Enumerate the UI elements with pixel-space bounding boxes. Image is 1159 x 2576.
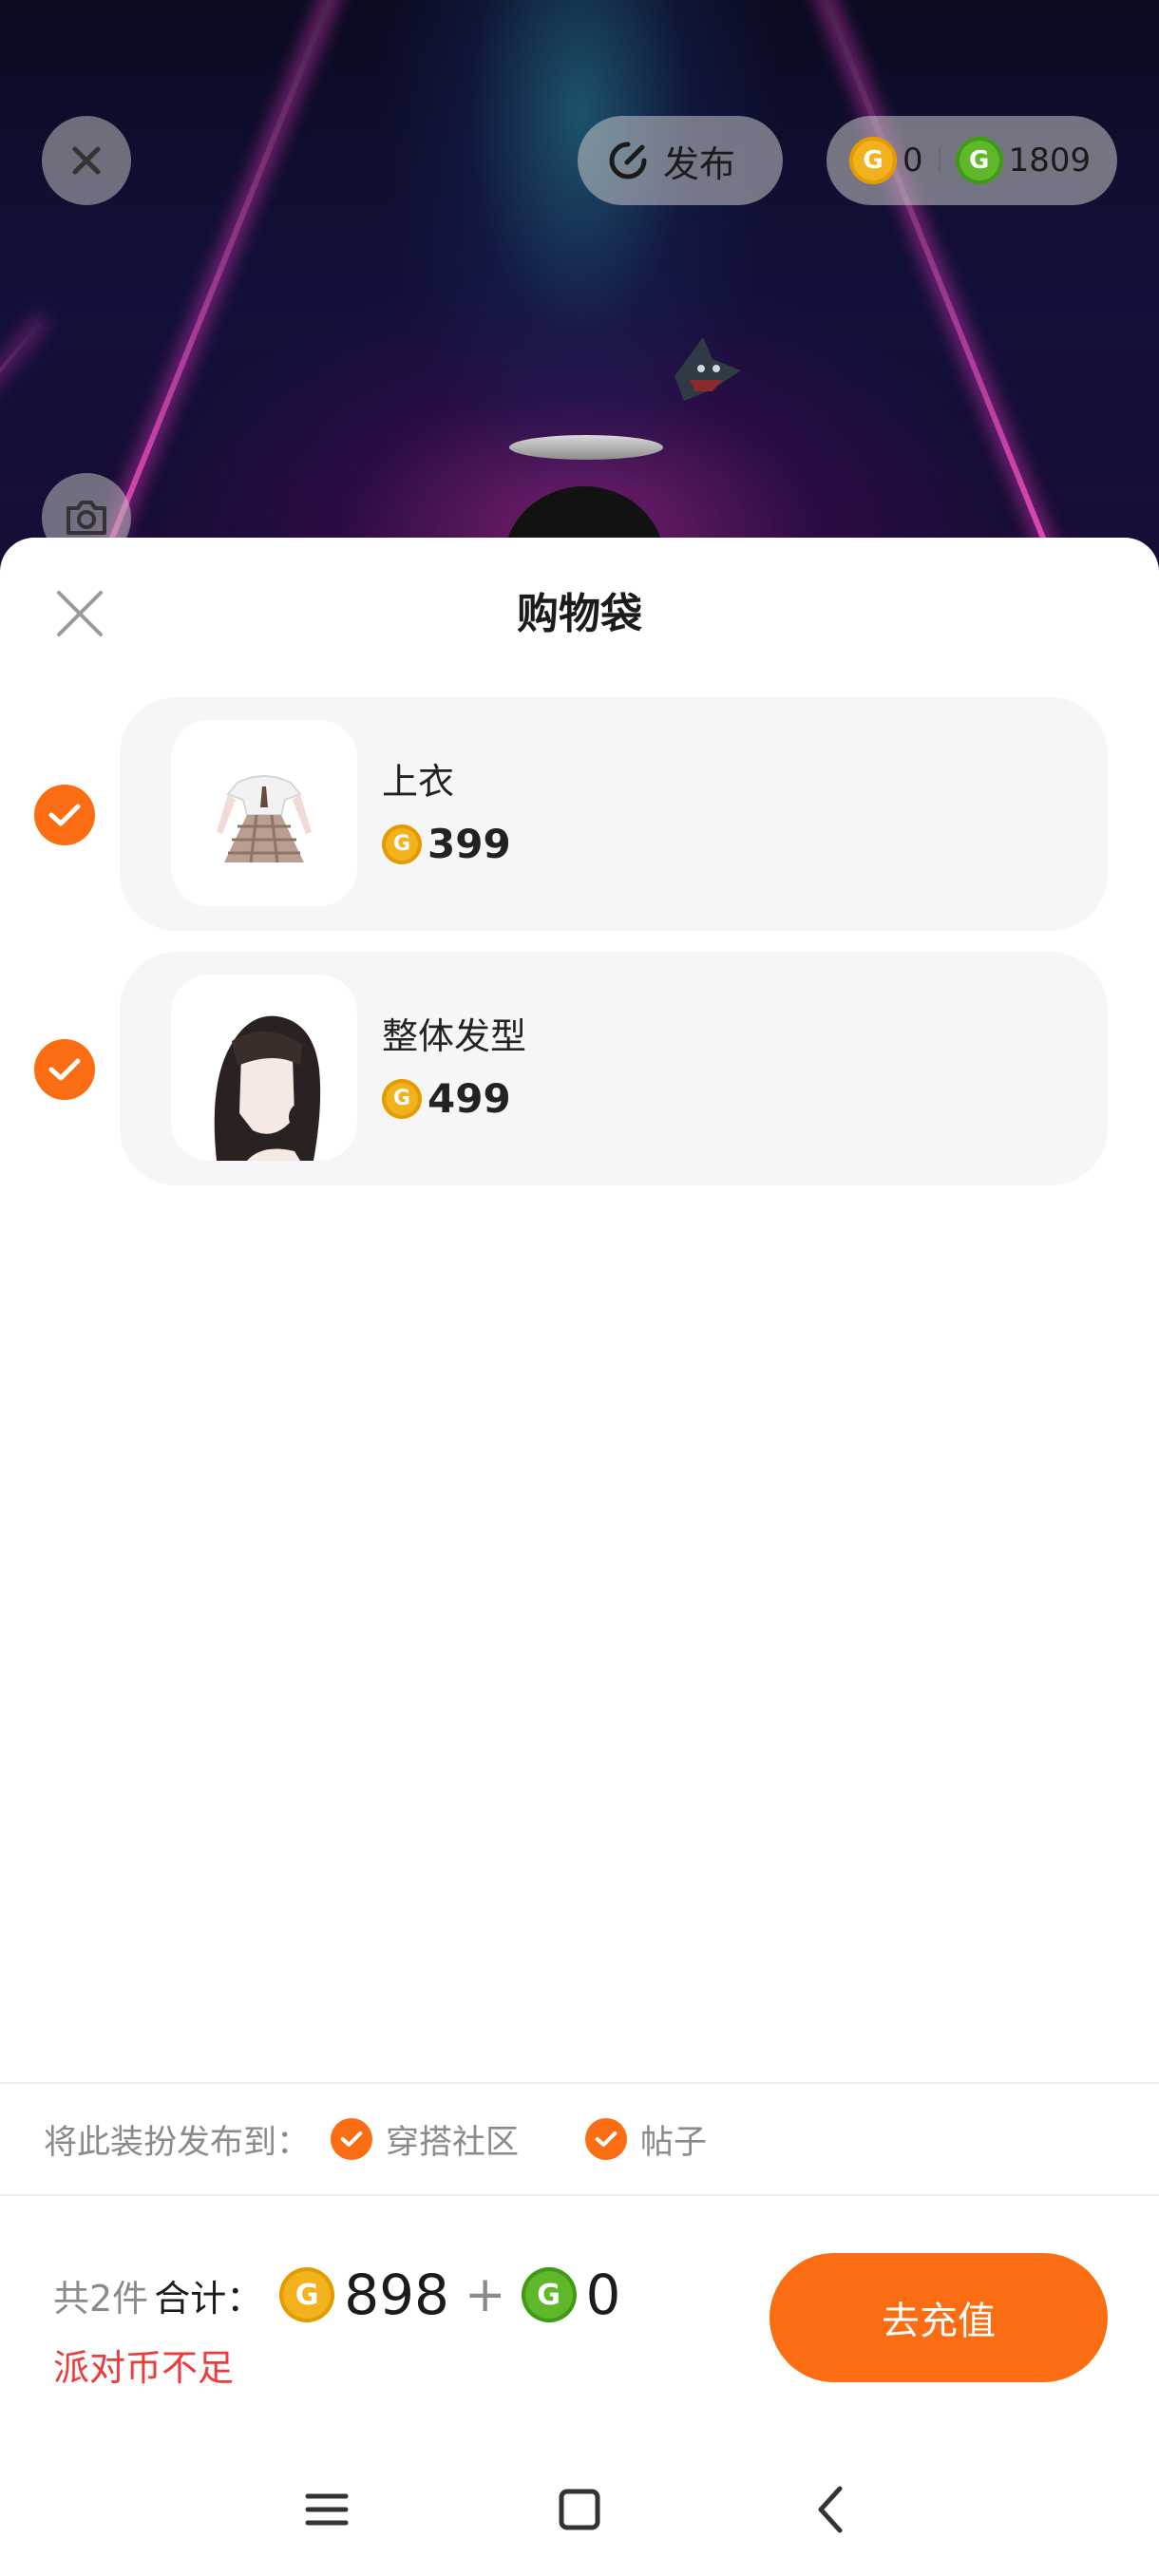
- dress-top-illustration: [217, 775, 312, 863]
- publish-to-label: 将此装扮发布到：: [44, 2123, 311, 2162]
- gold-coin-icon: G: [279, 2267, 335, 2322]
- green-total: 0: [585, 2263, 621, 2327]
- order-summary: 共2件 合计： G 898 + G 0 派对币不足: [53, 2257, 620, 2391]
- checkmark-icon: [48, 804, 81, 826]
- system-nav-bar: [0, 2456, 1159, 2561]
- item-count: 共2件: [53, 2277, 149, 2320]
- cart-item: 上衣 G 399: [0, 697, 1159, 931]
- insufficient-coins-warning: 派对币不足: [53, 2347, 235, 2389]
- gold-coin-icon: G: [382, 824, 422, 864]
- sheet-title: 购物袋: [517, 590, 642, 638]
- item-checkbox[interactable]: [34, 785, 95, 845]
- item-checkbox[interactable]: [34, 1039, 95, 1100]
- neon-beam-right: [808, 0, 1063, 580]
- publish-post-label[interactable]: 帖子: [640, 2115, 707, 2164]
- currency-balance[interactable]: G 0 G 1809: [826, 116, 1117, 205]
- divider: [0, 2194, 1159, 2196]
- neon-beam-edge: [0, 321, 42, 441]
- item-card[interactable]: 整体发型 G 499: [120, 952, 1108, 1185]
- hairstyle-thumbnail: [171, 975, 357, 1161]
- item-price-value: 499: [428, 1075, 511, 1122]
- hairstyle-illustration: [214, 1015, 321, 1161]
- currency-separator: [938, 148, 940, 173]
- cart-item: 整体发型 G 499: [0, 952, 1159, 1185]
- green-coin-icon: G: [955, 137, 1003, 184]
- item-price: G 399: [382, 821, 511, 867]
- close-icon: [72, 146, 101, 175]
- green-coin-icon: G: [521, 2267, 577, 2322]
- scene-close-button[interactable]: [42, 116, 131, 205]
- publish-icon: [609, 142, 647, 180]
- plus-sign: +: [464, 2266, 506, 2323]
- publish-community-label[interactable]: 穿搭社区: [386, 2115, 519, 2164]
- home-square-icon[interactable]: [551, 2481, 608, 2538]
- checkmark-icon: [48, 1058, 81, 1081]
- publish-post-checkbox[interactable]: [585, 2118, 628, 2160]
- menu-icon[interactable]: [298, 2481, 355, 2538]
- publish-button[interactable]: 发布: [578, 116, 783, 205]
- gold-total: 898: [344, 2263, 449, 2327]
- publish-label: 发布: [663, 142, 736, 185]
- screen: 发布 G 0 G 1809 购物袋 上衣 G 399 整体发型 G 499 将此…: [0, 0, 1159, 2576]
- gold-coin-icon: G: [849, 137, 897, 184]
- gold-coin-balance: 0: [902, 142, 923, 180]
- shark-pet: [674, 337, 741, 401]
- checkmark-icon: [340, 2131, 363, 2147]
- publish-community-checkbox[interactable]: [331, 2118, 373, 2160]
- camera-icon: [66, 501, 106, 535]
- item-name: 上衣: [382, 761, 455, 803]
- publish-to-bar: 将此装扮发布到： 穿搭社区 帖子: [44, 2114, 707, 2164]
- display-platform: [509, 435, 663, 460]
- recharge-button[interactable]: 去充值: [770, 2253, 1108, 2382]
- item-price: G 499: [382, 1075, 511, 1122]
- item-card[interactable]: 上衣 G 399: [120, 697, 1108, 931]
- total-label: 合计：: [154, 2277, 263, 2320]
- item-price-value: 399: [428, 821, 511, 867]
- gold-coin-icon: G: [382, 1078, 422, 1119]
- checkmark-icon: [595, 2131, 618, 2147]
- item-name: 整体发型: [382, 1015, 527, 1057]
- neon-beam-left: [92, 0, 348, 580]
- shopping-bag-sheet: 购物袋 上衣 G 399 整体发型 G 499 将此装扮发布到： 穿搭社区 帖子…: [0, 538, 1159, 2576]
- back-chevron-icon[interactable]: [804, 2481, 861, 2538]
- divider: [0, 2082, 1159, 2084]
- dress-top-thumbnail: [171, 720, 357, 906]
- green-coin-balance: 1809: [1008, 142, 1092, 180]
- avatar-scene: 发布 G 0 G 1809: [0, 0, 1159, 638]
